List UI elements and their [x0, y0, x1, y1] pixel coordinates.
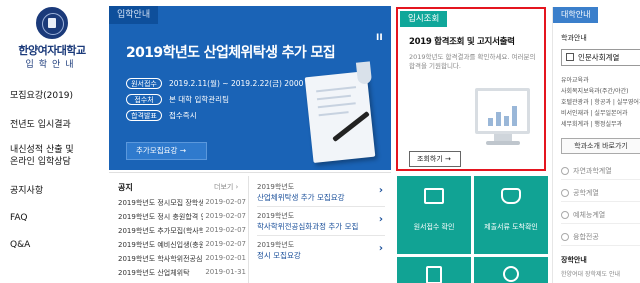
sidebar-item-past-results[interactable]: 전년도 입시결과	[10, 119, 71, 131]
category-option[interactable]: 예체능계열	[561, 206, 640, 224]
department-link[interactable]: 호텔관광과 | 항공과 | 실무영어과	[561, 97, 640, 106]
sidebar-item-qna[interactable]: Q&A	[10, 239, 30, 251]
checkbox-icon	[566, 53, 574, 61]
admission-row: 원서접수 2019.2.11(월) ~ 2019.2.22(금) 2000	[126, 78, 303, 89]
result-description: 2019학년도 합격결과를 확인하세요. 여러분의 합격을 기원합니다.	[409, 53, 536, 70]
sidebar-item-guidelines[interactable]: 모집요강(2019)	[10, 90, 73, 102]
admission-banner: 입학안내 II 2019학년도 산업체위탁생 추가 모집 원서접수 2019.2.…	[109, 6, 391, 170]
calculator-tile[interactable]	[397, 257, 471, 283]
guidelines-button[interactable]: 추가모집요강 →	[126, 142, 207, 160]
document-check-tile[interactable]: 제출서류 도착확인	[474, 176, 548, 254]
divider	[257, 235, 385, 236]
divider	[248, 176, 249, 283]
more-link[interactable]: 더보기 ›	[214, 182, 238, 192]
radio-icon	[561, 167, 569, 175]
radio-icon	[561, 233, 569, 241]
period-pill: 원서접수	[126, 78, 162, 89]
period-text: 2019.2.11(월) ~ 2019.2.22(금) 2000	[169, 79, 304, 88]
place-pill: 접수처	[126, 94, 162, 105]
envelope-icon	[501, 188, 521, 204]
result-title: 2019 합격조회 및 고지서출력	[409, 37, 515, 47]
result-tab[interactable]: 입시조회	[400, 11, 448, 27]
department-select[interactable]: 인문사회계열	[561, 49, 640, 66]
admission-row: 접수처 본 대학 입학관리팀	[126, 94, 229, 105]
chevron-right-icon: ›	[378, 185, 383, 196]
list-item[interactable]: 2019학년도 정시 충원합격 안 2019-02-07	[118, 212, 246, 222]
admission-title[interactable]: 2019학년도 산업체위탁생 추가 모집	[126, 42, 336, 62]
college-tab[interactable]: 대학안내	[553, 7, 599, 23]
tile-label: 제출서류 도착확인	[484, 223, 538, 231]
tile-label: 원서접수 확인	[413, 223, 455, 231]
sidebar-item-grade-calc[interactable]: 내신성적 산출 및	[10, 144, 74, 156]
monitor-icon	[424, 188, 444, 204]
sidebar-item-notice[interactable]: 공지사항	[10, 185, 43, 197]
paper-curl-decoration	[355, 61, 373, 85]
department-link[interactable]: 비서인재과 | 실무일본어과	[561, 108, 628, 117]
admission-tab[interactable]: 입학안내	[109, 6, 159, 24]
sidebar-item-faq[interactable]: FAQ	[10, 212, 27, 224]
list-item[interactable]: 2019학년도 학사학위전공심 2019-02-01	[118, 254, 246, 264]
link-item[interactable]: 2019학년도 정시 모집요강 ›	[257, 240, 387, 261]
sidebar: 한양여자대학교 입학안내 모집요강(2019) 전년도 입시결과 내신성적 산출…	[0, 0, 103, 283]
department-link[interactable]: 세무회계과 | 행정실무과	[561, 119, 622, 128]
calculator-icon	[426, 266, 442, 283]
radio-icon	[561, 189, 569, 197]
category-option[interactable]: 자연과학계열	[561, 162, 640, 180]
notice-title: 공지	[118, 183, 133, 192]
application-check-tile[interactable]: 원서접수 확인	[397, 176, 471, 254]
announce-text: 접수즉시	[169, 111, 197, 120]
monitor-base	[486, 141, 520, 145]
scholarship-heading: 장학안내	[561, 256, 587, 264]
divider	[257, 206, 385, 207]
monitor-chart-icon	[475, 88, 530, 134]
school-subtitle: 입학안내	[25, 60, 79, 70]
sidebar-item-consult[interactable]: 온라인 입학상담	[10, 156, 71, 168]
link-item[interactable]: 2019학년도 산업체위탁생 추가 모집요강 ›	[257, 182, 387, 203]
scholarship-desc[interactable]: 한양여대 장학제도 안내	[561, 269, 620, 278]
college-panel: 대학안내 학과안내 인문사회계열 유아교육과 사회복지보육과(주간/야간) 호텔…	[552, 7, 640, 283]
pause-button[interactable]: II	[376, 33, 383, 43]
category-option[interactable]: 공학계열	[561, 184, 640, 202]
department-link[interactable]: 유아교육과	[561, 75, 589, 84]
list-item[interactable]: 2019학년도 산업체위탁 2019-01-31	[118, 268, 246, 278]
list-item[interactable]: 2019학년도 예비신입생(충원 2019-02-07	[118, 240, 246, 250]
admission-row: 합격발표 접수즉시	[126, 110, 197, 121]
department-intro-button[interactable]: 학과소개 바로가기	[561, 138, 640, 154]
chevron-right-icon: ›	[378, 243, 383, 254]
department-link[interactable]: 사회복지보육과(주간/야간)	[561, 86, 628, 95]
list-item[interactable]: 2019학년도 추가모집(학사학 2019-02-07	[118, 226, 246, 236]
announce-pill: 합격발표	[126, 110, 162, 121]
chevron-right-icon: ›	[378, 214, 383, 225]
category-option[interactable]: 융합전공	[561, 228, 640, 246]
page: 한양여자대학교 입학안내 모집요강(2019) 전년도 입시결과 내신성적 산출…	[0, 0, 640, 283]
payment-tile[interactable]	[474, 257, 548, 283]
list-item[interactable]: 2019학년도 정시모집 장학생 자 2019-02-07	[118, 198, 246, 208]
won-coin-icon	[503, 266, 519, 282]
place-text: 본 대학 입학관리팀	[169, 95, 229, 104]
school-name[interactable]: 한양여자대학교	[6, 42, 98, 58]
link-item[interactable]: 2019학년도 학사학위전공심화과정 추가 모집 ›	[257, 211, 387, 232]
school-emblem-icon[interactable]	[36, 7, 68, 39]
department-heading: 학과안내	[561, 34, 587, 42]
lookup-button[interactable]: 조회하기 →	[409, 151, 461, 167]
radio-icon	[561, 211, 569, 219]
